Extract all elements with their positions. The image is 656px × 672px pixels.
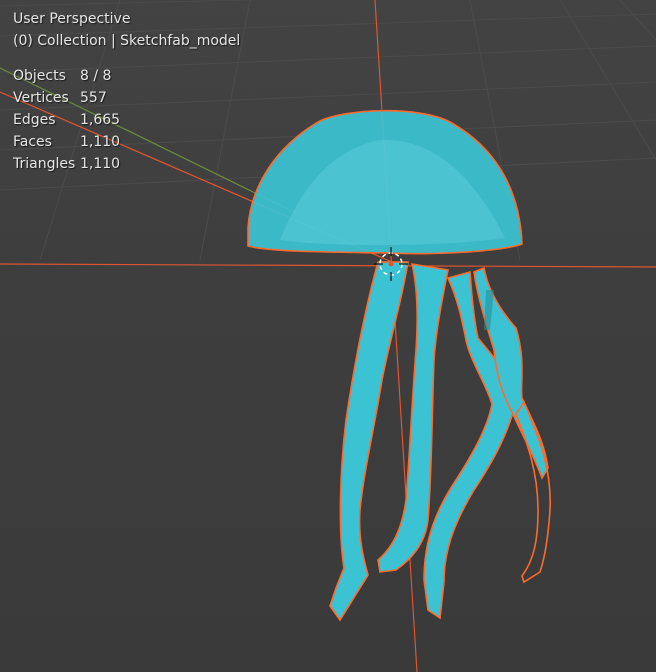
3d-viewport[interactable]: User Perspective (0) Collection | Sketch… (0, 0, 656, 672)
x-axis-line (0, 263, 656, 268)
scene-canvas[interactable] (0, 0, 656, 672)
jellyfish-model[interactable] (247, 109, 552, 622)
